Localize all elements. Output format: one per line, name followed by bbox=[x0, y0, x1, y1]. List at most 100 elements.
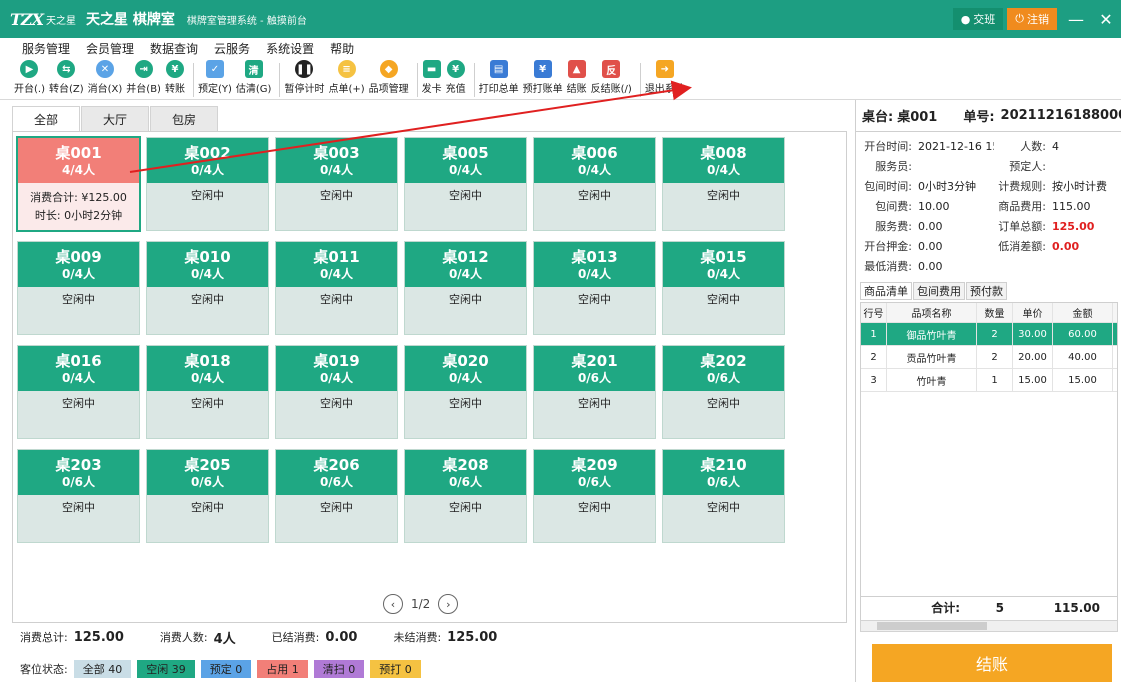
detail-tab[interactable]: 包间费用 bbox=[913, 282, 965, 300]
logout-button[interactable]: ⏻ 注销 bbox=[1007, 8, 1057, 30]
table-card[interactable]: 桌002 0/4人 空闲中 bbox=[146, 137, 269, 231]
toolbar-button[interactable]: ¥ 转账 bbox=[165, 60, 185, 99]
app-subtitle: 棋牌室管理系统 - 触摸前台 bbox=[186, 15, 307, 27]
tab-all[interactable]: 全部 bbox=[12, 106, 80, 132]
item-cell: 2 bbox=[977, 346, 1013, 368]
table-card[interactable]: 桌010 0/4人 空闲中 bbox=[146, 241, 269, 335]
table-card[interactable]: 桌206 0/6人 空闲中 bbox=[275, 449, 398, 543]
toolbar-button[interactable]: ✕ 消台(X) bbox=[88, 60, 122, 99]
table-card[interactable]: 桌210 0/6人 空闲中 bbox=[662, 449, 785, 543]
table-card[interactable]: 桌006 0/4人 空闲中 bbox=[533, 137, 656, 231]
toolbar-button[interactable]: 清估清(G) bbox=[236, 60, 271, 99]
table-card[interactable]: 桌005 0/4人 空闲中 bbox=[404, 137, 527, 231]
minimize-button[interactable]: — bbox=[1061, 10, 1091, 29]
info-row: 包间费: 10.00 商品费用: 115.00 bbox=[860, 196, 1121, 216]
menu-item[interactable]: 云服务 bbox=[214, 40, 250, 57]
status-badge[interactable]: 预打 0 bbox=[370, 660, 421, 678]
table-name: 桌018 bbox=[184, 351, 231, 370]
table-card[interactable]: 桌001 4/4人 消费合计: ¥125.00 时长: 0小时2分钟 bbox=[16, 136, 141, 232]
table-card[interactable]: 桌209 0/6人 空闲中 bbox=[533, 449, 656, 543]
menu-item[interactable]: 帮助 bbox=[330, 40, 354, 57]
toolbar-label: 并台(B) bbox=[126, 84, 161, 95]
table-status: 空闲中 bbox=[320, 501, 353, 514]
shift-button[interactable]: ● 交班 bbox=[952, 8, 1004, 30]
table-card[interactable]: 桌019 0/4人 空闲中 bbox=[275, 345, 398, 439]
table-card[interactable]: 桌012 0/4人 空闲中 bbox=[404, 241, 527, 335]
table-card-body: 空闲中 bbox=[18, 391, 139, 438]
toolbar-button[interactable]: ▤ 打印总单 bbox=[479, 60, 519, 99]
detail-tab[interactable]: 商品清单 bbox=[860, 282, 912, 300]
table-card-header: 桌010 0/4人 bbox=[147, 242, 268, 287]
table-consumption: 消费合计: ¥125.00 bbox=[30, 191, 127, 204]
table-status: 空闲中 bbox=[707, 501, 740, 514]
toolbar-button[interactable]: ◆ 品项管理 bbox=[369, 60, 409, 99]
toolbar-button[interactable]: ▲ 结账 bbox=[567, 60, 587, 99]
table-name: 桌005 bbox=[442, 143, 489, 162]
next-page-button[interactable]: › bbox=[438, 594, 459, 614]
toolbar-button[interactable]: ¥ 充值 bbox=[446, 60, 466, 99]
prev-page-button[interactable]: ‹ bbox=[383, 594, 403, 614]
reserve-icon: ✓ bbox=[205, 60, 224, 78]
toolbar-button[interactable]: ▬ 发卡 bbox=[422, 60, 442, 99]
table-card[interactable]: 桌020 0/4人 空闲中 bbox=[404, 345, 527, 439]
toolbar-button[interactable]: ➜ 退出系统 bbox=[645, 60, 685, 99]
tab-hall[interactable]: 大厅 bbox=[81, 106, 149, 132]
table-card-header: 桌009 0/4人 bbox=[18, 242, 139, 287]
item-row[interactable]: 3 竹叶青 1 15.00 15.00 bbox=[861, 369, 1117, 392]
table-people: 0/6人 bbox=[319, 474, 354, 489]
table-card[interactable]: 桌018 0/4人 空闲中 bbox=[146, 345, 269, 439]
transfer-money-icon: ¥ bbox=[165, 60, 184, 78]
seat-status-bar: 客位状态: 全部 40 空闲 39 预定 0 占用 1 清扫 0 预打 0 bbox=[0, 656, 860, 682]
table-card-body: 空闲中 bbox=[276, 183, 397, 230]
table-card[interactable]: 桌009 0/4人 空闲中 bbox=[17, 241, 140, 335]
toolbar-button[interactable]: ❚❚ 暂停计时 bbox=[284, 60, 324, 99]
status-badge[interactable]: 空闲 39 bbox=[137, 660, 195, 678]
menu-item[interactable]: 会员管理 bbox=[86, 40, 134, 57]
table-people: 0/4人 bbox=[448, 162, 483, 177]
tab-room[interactable]: 包房 bbox=[150, 106, 218, 132]
status-badge[interactable]: 清扫 0 bbox=[313, 660, 365, 678]
table-card[interactable]: 桌003 0/4人 空闲中 bbox=[275, 137, 398, 231]
table-card-header: 桌205 0/6人 bbox=[147, 450, 268, 495]
item-cell: 20.00 bbox=[1013, 346, 1053, 368]
toolbar-button[interactable]: ✓ 预定(Y) bbox=[198, 60, 232, 99]
menu-item[interactable]: 系统设置 bbox=[266, 40, 314, 57]
status-badge[interactable]: 全部 40 bbox=[73, 660, 132, 678]
toolbar-label: 反结账(/) bbox=[590, 84, 632, 95]
table-card[interactable]: 桌011 0/4人 空闲中 bbox=[275, 241, 398, 335]
menu-item[interactable]: 数据查询 bbox=[150, 40, 198, 57]
toolbar-button[interactable]: ≡ 点单(+) bbox=[328, 60, 365, 99]
toolbar-button[interactable]: ⇆ 转台(Z) bbox=[49, 60, 84, 99]
item-row[interactable]: 1 御品竹叶青 2 30.00 60.00 bbox=[861, 323, 1117, 346]
status-badge[interactable]: 占用 1 bbox=[257, 660, 308, 678]
table-people: 0/4人 bbox=[319, 266, 354, 281]
logo-mark: TZX bbox=[10, 9, 44, 29]
table-value: 桌001 bbox=[897, 110, 938, 125]
checkout-button[interactable]: 结账 bbox=[872, 644, 1112, 682]
unsettled-label: 未结消费: bbox=[393, 631, 442, 644]
item-row[interactable]: 2 贡品竹叶青 2 20.00 40.00 bbox=[861, 346, 1117, 369]
table-card[interactable]: 桌013 0/4人 空闲中 bbox=[533, 241, 656, 335]
user-icon: ● bbox=[960, 12, 971, 26]
table-name: 桌011 bbox=[313, 247, 360, 266]
toolbar-button[interactable]: 反反结账(/) bbox=[591, 60, 632, 99]
table-card[interactable]: 桌202 0/6人 空闲中 bbox=[662, 345, 785, 439]
item-cell: 1 bbox=[861, 323, 887, 345]
status-badge[interactable]: 预定 0 bbox=[200, 660, 252, 678]
toolbar-button[interactable]: ⇥ 并台(B) bbox=[126, 60, 161, 99]
table-card[interactable]: 桌015 0/4人 空闲中 bbox=[662, 241, 785, 335]
table-card[interactable]: 桌205 0/6人 空闲中 bbox=[146, 449, 269, 543]
toolbar-button[interactable]: ▶ 开台(.) bbox=[14, 60, 45, 99]
menu-item[interactable]: 服务管理 bbox=[22, 40, 70, 57]
item-cell: 15.00 bbox=[1013, 369, 1053, 391]
toolbar-button[interactable]: ¥ 预打账单 bbox=[523, 60, 563, 99]
detail-tab[interactable]: 预付款 bbox=[966, 282, 1007, 300]
close-button[interactable]: ✕ bbox=[1091, 10, 1121, 29]
table-card[interactable]: 桌208 0/6人 空闲中 bbox=[404, 449, 527, 543]
table-card[interactable]: 桌016 0/4人 空闲中 bbox=[17, 345, 140, 439]
table-card[interactable]: 桌203 0/6人 空闲中 bbox=[17, 449, 140, 543]
table-card[interactable]: 桌201 0/6人 空闲中 bbox=[533, 345, 656, 439]
scroll-thumb[interactable] bbox=[877, 622, 987, 630]
horizontal-scrollbar[interactable] bbox=[860, 620, 1118, 632]
table-card[interactable]: 桌008 0/4人 空闲中 bbox=[662, 137, 785, 231]
